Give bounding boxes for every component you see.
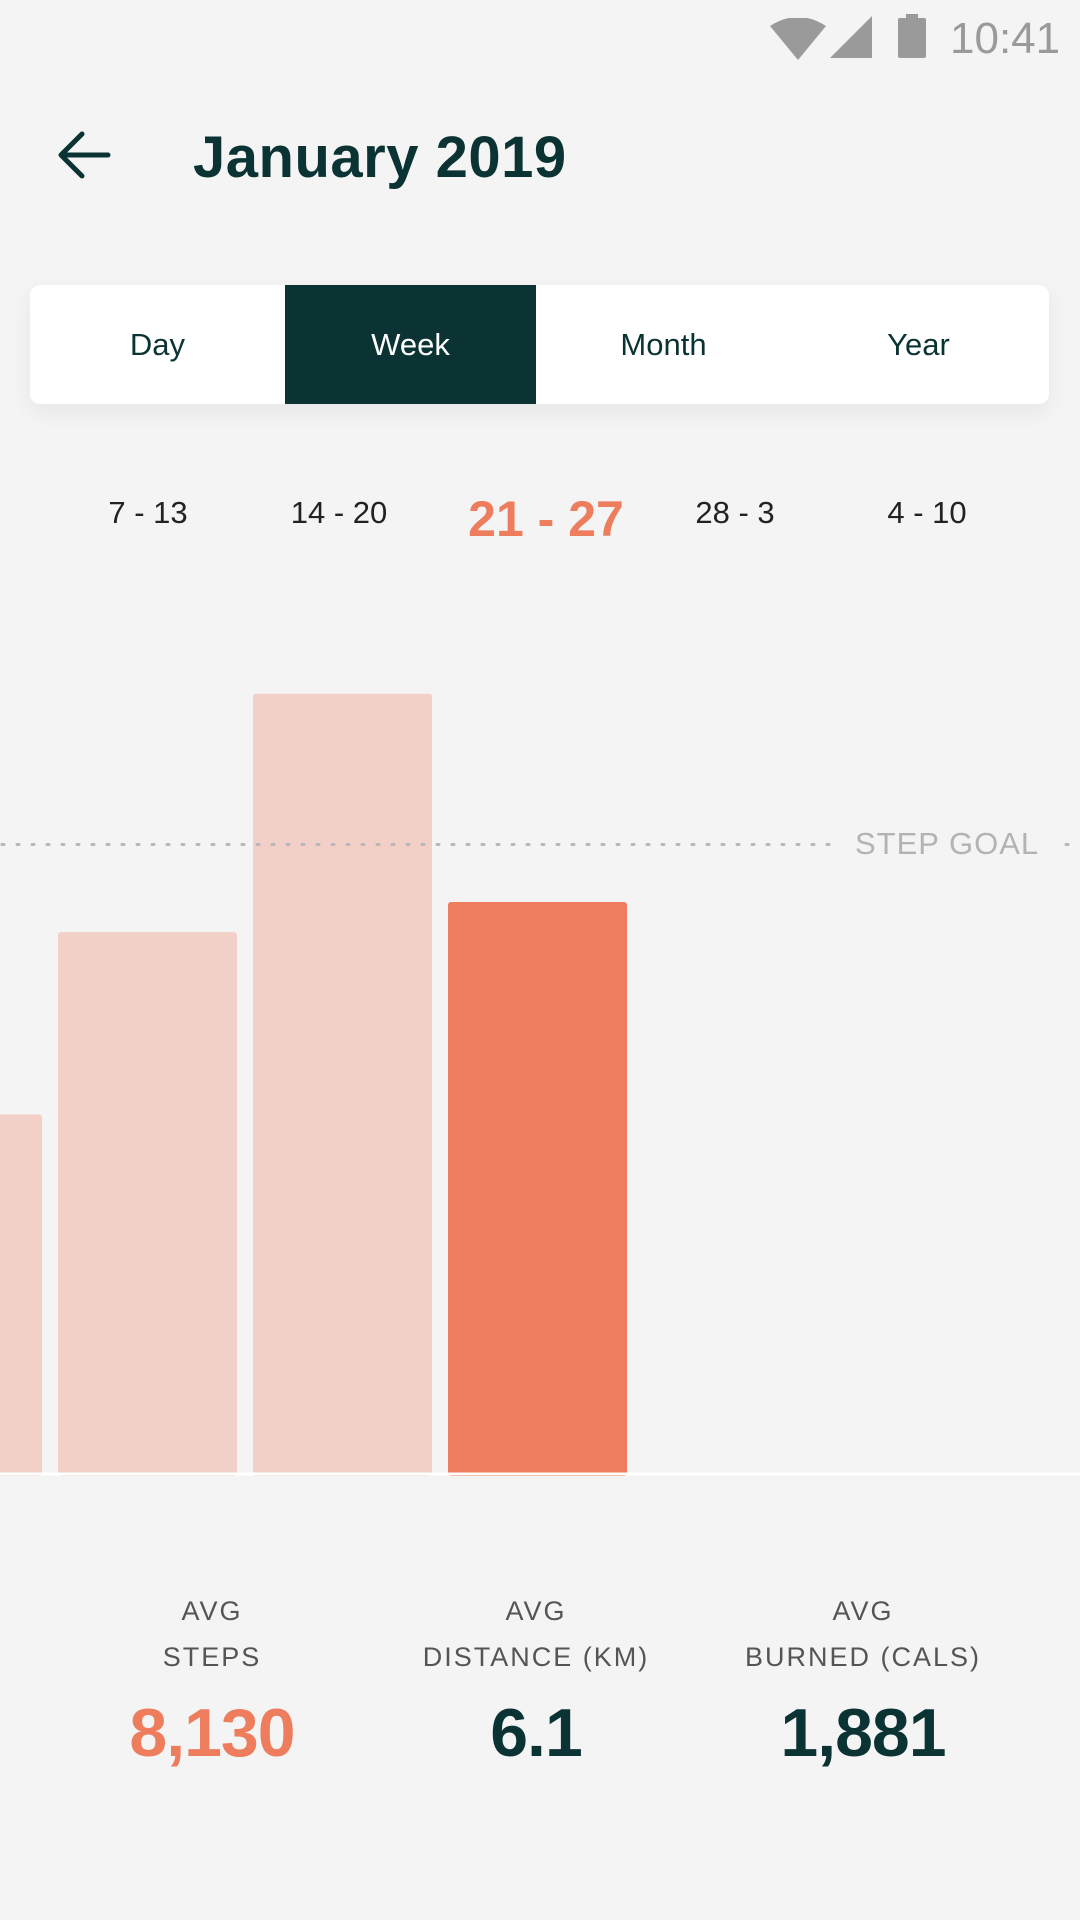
week-item[interactable]: 14 - 20 bbox=[244, 495, 434, 531]
steps-bar-chart bbox=[0, 693, 1080, 1476]
arrow-left-icon bbox=[58, 131, 111, 179]
tab-day[interactable]: Day bbox=[30, 285, 285, 404]
stat-avg-burned: AVG BURNED (CALS) 1,881 bbox=[703, 1588, 1023, 1772]
page-title: January 2019 bbox=[193, 125, 567, 190]
status-time: 10:41 bbox=[950, 14, 1061, 63]
tab-month[interactable]: Month bbox=[536, 285, 791, 404]
tab-week[interactable]: Week bbox=[285, 285, 536, 404]
stat-value: 6.1 bbox=[490, 1695, 583, 1771]
stat-label: AVG bbox=[505, 1596, 567, 1626]
week-item[interactable]: 28 - 3 bbox=[640, 495, 830, 531]
stat-label: BURNED (CALS) bbox=[744, 1642, 982, 1672]
battery-icon bbox=[898, 14, 926, 58]
wifi-icon bbox=[770, 17, 826, 65]
stat-avg-distance: AVG DISTANCE (KM) 6.1 bbox=[376, 1588, 696, 1772]
stat-label: AVG bbox=[181, 1596, 243, 1626]
stat-value: 1,881 bbox=[780, 1695, 946, 1771]
signal-icon bbox=[830, 16, 872, 63]
week-item-selected[interactable]: 21 - 27 bbox=[451, 490, 641, 548]
period-tabs: Day Week Month Year bbox=[30, 285, 1049, 404]
stat-label: AVG bbox=[832, 1596, 894, 1626]
tab-year[interactable]: Year bbox=[791, 285, 1046, 404]
bar-31-6[interactable] bbox=[0, 1114, 42, 1476]
week-item[interactable]: 4 - 10 bbox=[832, 495, 1022, 531]
stat-value: 8,130 bbox=[129, 1695, 295, 1771]
bar-14-20[interactable] bbox=[253, 693, 432, 1476]
bar-7-13[interactable] bbox=[58, 932, 237, 1476]
bar-21-27[interactable] bbox=[448, 902, 627, 1476]
stat-label: DISTANCE (KM) bbox=[422, 1642, 650, 1672]
back-button[interactable] bbox=[56, 130, 112, 180]
step-goal-label: STEP GOAL bbox=[855, 826, 1040, 861]
stat-label: STEPS bbox=[162, 1642, 262, 1672]
week-item[interactable]: 7 - 13 bbox=[53, 495, 243, 531]
stat-avg-steps: AVG STEPS 8,130 bbox=[52, 1588, 372, 1772]
